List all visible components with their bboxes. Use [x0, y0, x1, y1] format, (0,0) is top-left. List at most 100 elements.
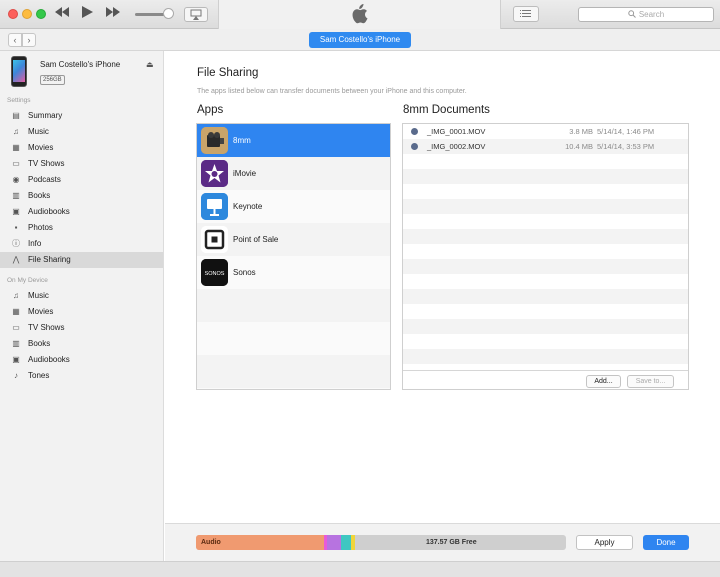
- app-row-point-of-sale[interactable]: Point of Sale: [197, 223, 390, 256]
- document-size: 3.8 MB: [569, 127, 593, 136]
- audio-label: Audio: [201, 539, 221, 546]
- on-my-device-heading: On My Device: [7, 277, 48, 284]
- add-button[interactable]: Add...: [586, 375, 621, 388]
- iphone-icon: [11, 56, 27, 87]
- sidebar-item-podcasts[interactable]: ◉ Podcasts: [0, 172, 163, 188]
- sidebar-item-label: Info: [28, 239, 42, 248]
- document-name: _IMG_0001.MOV: [427, 127, 486, 136]
- sidebar-item-label: Music: [28, 127, 49, 136]
- keynote-app-icon: [201, 193, 228, 220]
- app-row-8mm[interactable]: 8mm: [197, 124, 390, 157]
- back-button[interactable]: ‹: [8, 33, 22, 47]
- sidebar-item-music[interactable]: ♫ Music: [0, 288, 163, 304]
- sidebar-item-tv-shows[interactable]: ▭ TV Shows: [0, 156, 163, 172]
- save-to-button[interactable]: Save to...: [627, 375, 674, 388]
- sidebar-item-photos[interactable]: ▪ Photos: [0, 220, 163, 236]
- point-of-sale-app-icon: [201, 226, 228, 253]
- info-icon: ⓘ: [12, 239, 20, 248]
- apply-button[interactable]: Apply: [576, 535, 633, 550]
- sidebar-item-label: File Sharing: [28, 255, 71, 264]
- app-name: 8mm: [233, 136, 251, 145]
- app-name: iMovie: [233, 169, 257, 178]
- teal-segment: [341, 535, 351, 550]
- podcasts-icon: ◉: [12, 175, 20, 184]
- play-icon[interactable]: [80, 5, 94, 23]
- sidebar-item-audiobooks[interactable]: ▣ Audiobooks: [0, 204, 163, 220]
- list-icon: [520, 10, 531, 17]
- quicktime-file-icon: [411, 128, 418, 135]
- device-header[interactable]: Sam Costello's iPhone 256GB ⏏: [0, 51, 164, 93]
- rewind-icon[interactable]: [54, 5, 70, 23]
- app-name: Keynote: [233, 202, 263, 211]
- document-row[interactable]: _IMG_0002.MOV 10.4 MB 5/14/14, 3:53 PM: [403, 139, 688, 154]
- apps-heading: Apps: [197, 104, 224, 116]
- tv-icon: ▭: [12, 159, 20, 168]
- main-content: File Sharing The apps listed below can t…: [165, 51, 720, 561]
- quicktime-file-icon: [411, 143, 418, 150]
- apple-logo-icon: [350, 4, 368, 24]
- device-tab-button[interactable]: Sam Costello's iPhone: [309, 32, 411, 48]
- title-bar: Search: [0, 0, 720, 29]
- document-size: 10.4 MB: [565, 142, 593, 151]
- forward-button[interactable]: ›: [22, 33, 36, 47]
- app-row-sonos[interactable]: SONOS Sonos: [197, 256, 390, 289]
- sidebar-item-label: Podcasts: [28, 175, 61, 184]
- airplay-icon: [190, 9, 202, 20]
- page-title: File Sharing: [197, 67, 259, 79]
- bell-icon: ♪: [14, 371, 18, 380]
- sidebar-item-tones[interactable]: ♪ Tones: [0, 368, 163, 384]
- sidebar-item-label: Movies: [28, 143, 54, 152]
- fast-forward-icon[interactable]: [105, 5, 121, 23]
- eject-icon[interactable]: ⏏: [146, 60, 154, 69]
- sidebar-item-info[interactable]: ⓘ Info: [0, 236, 163, 252]
- volume-slider-knob[interactable]: [163, 8, 174, 19]
- sidebar-item-audiobooks[interactable]: ▣ Audiobooks: [0, 352, 163, 368]
- sidebar-item-label: Movies: [28, 307, 54, 316]
- storage-bar-area: Audio 137.57 GB Free Apply Done: [165, 523, 720, 561]
- documents-footer: Add... Save to...: [403, 370, 688, 389]
- zoom-window-button[interactable]: [36, 9, 46, 19]
- documents-heading: 8mm Documents: [403, 104, 490, 116]
- imovie-app-icon: [201, 160, 228, 187]
- sidebar-item-label: Books: [28, 339, 51, 348]
- document-row[interactable]: _IMG_0001.MOV 3.8 MB 5/14/14, 1:46 PM: [403, 124, 688, 139]
- sidebar-item-books[interactable]: ▥ Books: [0, 336, 163, 352]
- document-date: 5/14/14, 1:46 PM: [597, 127, 655, 136]
- free-space-label: 137.57 GB Free: [426, 539, 477, 546]
- sidebar-item-label: Audiobooks: [28, 355, 70, 364]
- up-next-list-button[interactable]: [513, 6, 539, 22]
- sidebar-item-books[interactable]: ▥ Books: [0, 188, 163, 204]
- airplay-button[interactable]: [184, 7, 208, 22]
- search-input[interactable]: Search: [578, 7, 714, 22]
- minimize-window-button[interactable]: [22, 9, 32, 19]
- search-placeholder: Search: [638, 10, 665, 19]
- app-name: Point of Sale: [233, 235, 279, 244]
- app-row-imovie[interactable]: iMovie: [197, 157, 390, 190]
- sidebar-item-file-sharing[interactable]: ⋀ File Sharing: [0, 252, 163, 268]
- sidebar-item-label: Summary: [28, 111, 63, 120]
- sidebar-item-tv-shows[interactable]: ▭ TV Shows: [0, 320, 163, 336]
- music-icon: ♫: [13, 291, 19, 300]
- app-row-keynote[interactable]: Keynote: [197, 190, 390, 223]
- sidebar-item-music[interactable]: ♫ Music: [0, 124, 163, 140]
- photos-icon: ▪: [14, 223, 18, 232]
- sidebar-item-label: Photos: [28, 223, 53, 232]
- sidebar-item-movies[interactable]: ▦ Movies: [0, 140, 163, 156]
- sidebar-item-movies[interactable]: ▦ Movies: [0, 304, 163, 320]
- sidebar-item-summary[interactable]: ▤ Summary: [0, 108, 163, 124]
- document-date: 5/14/14, 3:53 PM: [597, 142, 655, 151]
- done-button[interactable]: Done: [643, 535, 689, 550]
- page-description: The apps listed below can transfer docum…: [197, 88, 467, 95]
- books-icon: ▥: [12, 339, 20, 348]
- sonos-app-icon: SONOS: [201, 259, 228, 286]
- yellow-segment: [351, 535, 355, 550]
- books-icon: ▥: [12, 191, 20, 200]
- sidebar-item-label: Audiobooks: [28, 207, 70, 216]
- sidebar-item-label: TV Shows: [28, 323, 65, 332]
- purple-segment: [327, 535, 341, 550]
- audiobooks-icon: ▣: [12, 355, 20, 364]
- document-name: _IMG_0002.MOV: [427, 142, 486, 151]
- chevron-right-icon: ›: [27, 35, 31, 45]
- close-window-button[interactable]: [8, 9, 18, 19]
- audiobooks-icon: ▣: [12, 207, 20, 216]
